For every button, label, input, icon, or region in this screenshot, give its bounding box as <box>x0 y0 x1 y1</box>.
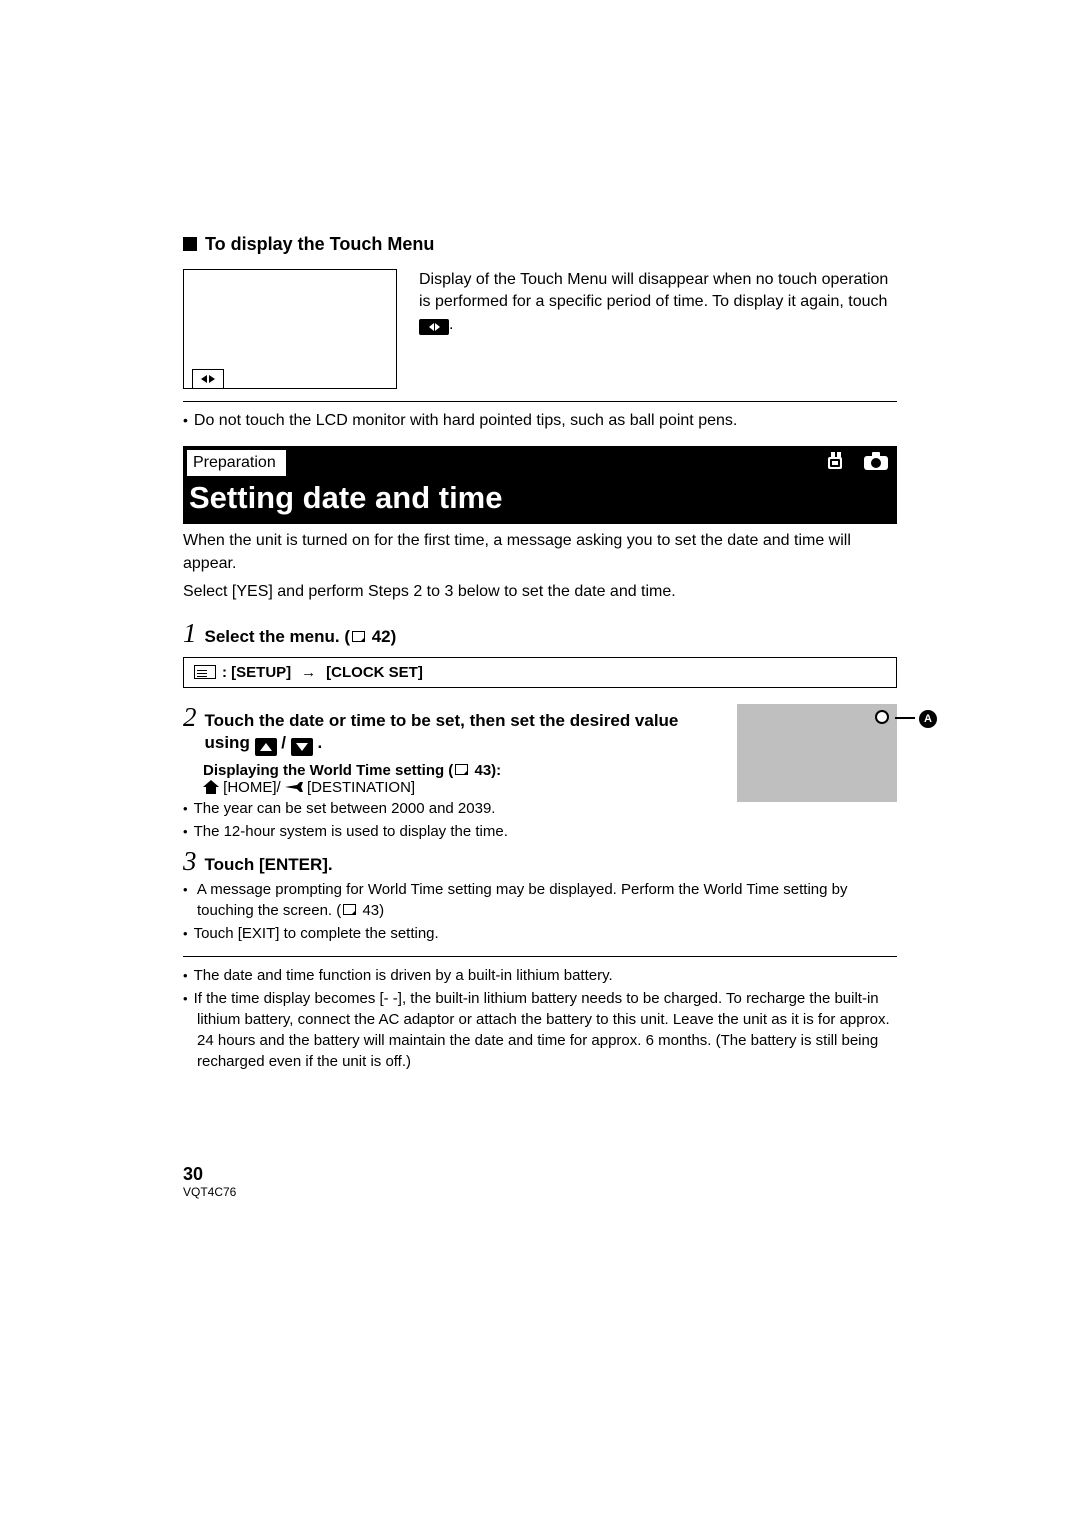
menu-icon <box>194 665 216 679</box>
intro-line-1: When the unit is turned on for the first… <box>183 530 897 575</box>
divider <box>183 401 897 402</box>
step-1-number: 1 <box>183 620 197 647</box>
touch-menu-description: Display of the Touch Menu will disappear… <box>419 269 897 336</box>
step-2-number: 2 <box>183 704 197 731</box>
arrow-down-icon <box>291 738 313 756</box>
touch-menu-text-2: . <box>449 316 453 333</box>
intro-line-2: Select [YES] and perform Steps 2 to 3 be… <box>183 581 897 603</box>
arrow-right-icon <box>297 664 320 681</box>
lcd-illustration <box>183 269 397 389</box>
manual-page: To display the Touch Menu Display of the… <box>183 234 897 1199</box>
touch-menu-heading-text: To display the Touch Menu <box>205 234 434 254</box>
callout-line <box>895 717 915 719</box>
page-number: 30 <box>183 1164 897 1185</box>
divider <box>183 956 897 957</box>
page-ref-icon <box>352 631 365 642</box>
clock-set-illustration: A <box>737 704 897 802</box>
step-1: 1 Select the menu. ( 42) <box>183 620 897 649</box>
world-time-label: Displaying the World Time setting ( 43): <box>203 762 501 779</box>
menu-setup: : [SETUP] <box>222 664 291 681</box>
mode-icons <box>825 452 889 470</box>
page-ref-icon <box>455 764 468 775</box>
touch-menu-heading: To display the Touch Menu <box>183 234 897 255</box>
step-2-wrap: A 2 Touch the date or time to be set, th… <box>183 704 897 843</box>
touch-menu-row: Display of the Touch Menu will disappear… <box>183 269 897 389</box>
document-code: VQT4C76 <box>183 1185 897 1199</box>
section-title: Setting date and time <box>183 476 897 524</box>
hour-system-note: The 12-hour system is used to display th… <box>183 821 897 842</box>
exit-note: Touch [EXIT] to complete the setting. <box>183 923 897 944</box>
video-mode-icon <box>825 452 849 470</box>
lithium-battery-note: The date and time function is driven by … <box>183 965 897 986</box>
home-icon <box>203 780 219 794</box>
recharge-note: If the time display becomes [- -], the b… <box>183 988 897 1072</box>
step-3-text: Touch [ENTER]. <box>205 854 898 877</box>
airplane-icon <box>285 780 303 794</box>
step-3-number: 3 <box>183 848 197 875</box>
year-range-note: The year can be set between 2000 and 203… <box>183 798 897 819</box>
menu-path-box: : [SETUP] [CLOCK SET] <box>183 657 897 688</box>
step-3: 3 Touch [ENTER]. <box>183 848 897 877</box>
touch-tab-icon <box>192 369 224 389</box>
step-1-text: Select the menu. ( 42) <box>205 626 898 649</box>
callout-label-a: A <box>919 710 937 728</box>
touch-menu-text-1: Display of the Touch Menu will disappear… <box>419 271 888 310</box>
touch-arrows-icon <box>419 319 449 335</box>
preparation-label: Preparation <box>187 450 286 476</box>
footer-notes: The date and time function is driven by … <box>183 965 897 1072</box>
photo-mode-icon <box>863 452 889 470</box>
menu-clock-set: [CLOCK SET] <box>326 664 423 681</box>
world-time-prompt-note: A message prompting for World Time setti… <box>183 879 897 921</box>
square-bullet-icon <box>183 237 197 251</box>
arrow-up-icon <box>255 738 277 756</box>
section-header-bar: Preparation Setting date and time <box>183 446 897 524</box>
lcd-warning-note: Do not touch the LCD monitor with hard p… <box>183 410 897 432</box>
page-footer: 30 VQT4C76 <box>183 1164 897 1199</box>
page-ref-icon <box>343 904 356 915</box>
callout-ring-icon <box>875 710 889 724</box>
